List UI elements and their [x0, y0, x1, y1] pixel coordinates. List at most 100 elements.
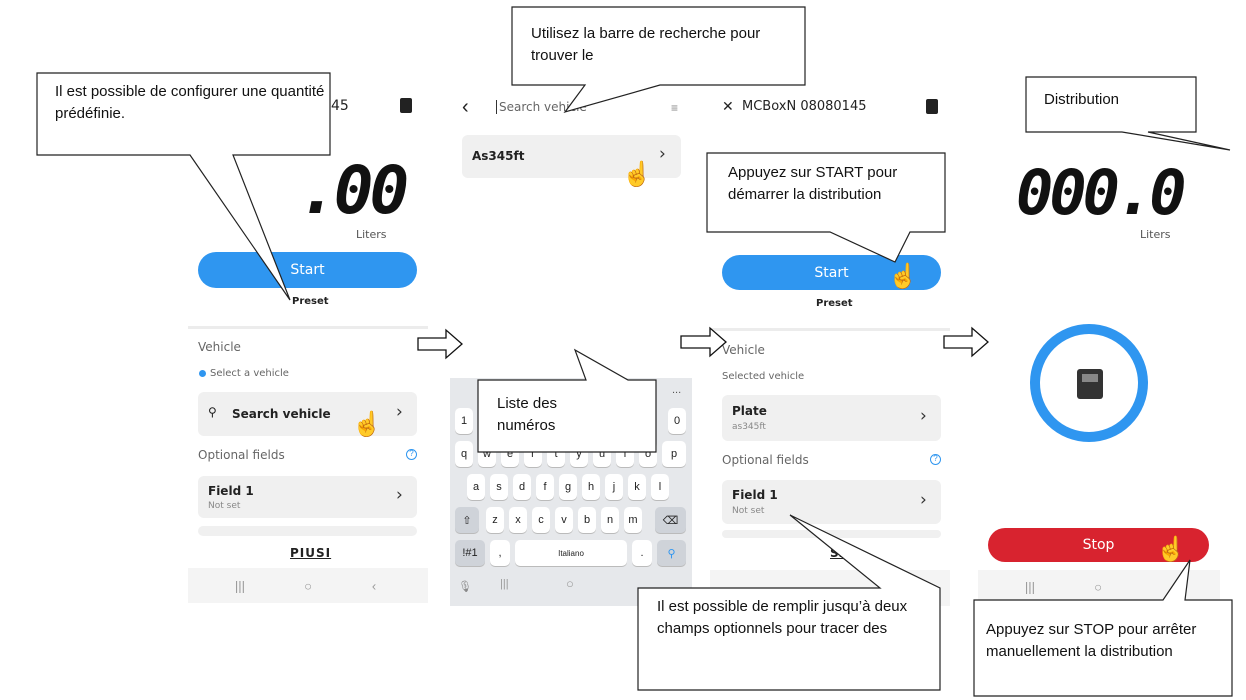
field2-card-partial[interactable]: [198, 526, 417, 536]
callout-start-text: Appuyez sur START pour démarrer la distr…: [728, 164, 898, 203]
key-l[interactable]: l: [651, 474, 669, 500]
selected-vehicle-label: Selected vehicle: [722, 371, 805, 382]
comma-key[interactable]: ,: [490, 540, 510, 566]
key-x[interactable]: x: [509, 507, 527, 533]
field1-label: Field 1: [732, 488, 778, 502]
callout-stop-text: Appuyez sur STOP pour arrêter manuelleme…: [986, 621, 1197, 660]
home-icon[interactable]: ○: [566, 576, 574, 591]
volume-counter: .00: [298, 152, 409, 229]
key-u[interactable]: u: [593, 441, 611, 467]
key-1[interactable]: 1: [455, 408, 473, 434]
chevron-right-icon: ›: [396, 402, 403, 422]
key-w[interactable]: w: [478, 441, 496, 467]
optional-fields-header: Optional fields: [722, 453, 809, 467]
field1-value: Not set: [208, 501, 241, 511]
select-vehicle-label: Select a vehicle: [210, 368, 289, 379]
key-h[interactable]: h: [582, 474, 600, 500]
search-key[interactable]: ⚲: [657, 540, 686, 566]
space-key[interactable]: Italiano: [515, 540, 627, 566]
screen-2: ‹ Search vehicle ≡ As345ft › ... 1 0 q w…: [450, 88, 692, 606]
screen-4: 000.0 Liters Stop ||| ○: [978, 88, 1220, 603]
key-j[interactable]: j: [605, 474, 623, 500]
key-d[interactable]: d: [513, 474, 531, 500]
units-label: Liters: [356, 228, 387, 241]
key-q[interactable]: q: [455, 441, 473, 467]
key-f[interactable]: f: [536, 474, 554, 500]
fuel-dispenser-icon: [1077, 369, 1103, 399]
android-navbar: ||| ○: [978, 570, 1220, 603]
vehicle-header: Vehicle: [198, 340, 241, 354]
search-vehicle-label: Search vehicle: [232, 407, 331, 421]
select-dot-icon: [199, 370, 206, 377]
preset-link[interactable]: Preset: [292, 296, 329, 307]
chevron-right-icon: ›: [396, 485, 403, 505]
key-p[interactable]: p: [662, 441, 686, 467]
close-icon[interactable]: ✕: [722, 98, 734, 115]
android-navbar: ||| ○ ‹: [188, 568, 428, 603]
field2-card-partial[interactable]: [722, 530, 941, 538]
key-o[interactable]: o: [639, 441, 657, 467]
field1-label: Field 1: [208, 484, 254, 498]
pointer-hand-icon: ☝: [1156, 536, 1186, 563]
fuel-pump-icon[interactable]: [926, 99, 938, 114]
symbols-key[interactable]: !#1: [455, 540, 485, 566]
key-k[interactable]: k: [628, 474, 646, 500]
help-icon[interactable]: ?: [930, 454, 941, 465]
help-icon[interactable]: ?: [406, 449, 417, 460]
back-arrow-icon[interactable]: ‹: [462, 96, 469, 119]
field1-card[interactable]: Field 1 Not set ›: [198, 476, 417, 518]
chevron-right-icon: ›: [659, 144, 666, 164]
key-t[interactable]: t: [547, 441, 565, 467]
key-n[interactable]: n: [601, 507, 619, 533]
recents-icon[interactable]: |||: [235, 578, 245, 593]
home-icon[interactable]: ○: [304, 578, 312, 593]
backspace-key[interactable]: ⌫: [655, 507, 686, 533]
key-r[interactable]: r: [524, 441, 542, 467]
plate-value: as345ft: [732, 422, 766, 432]
title-fragment: 45: [331, 98, 349, 114]
key-y[interactable]: y: [570, 441, 588, 467]
key-v[interactable]: v: [555, 507, 573, 533]
mic-icon[interactable]: 🎙: [458, 580, 472, 593]
optional-fields-header: Optional fields: [198, 448, 285, 462]
recents-icon[interactable]: |||: [1025, 579, 1035, 594]
chevron-right-icon: ›: [920, 406, 927, 426]
fuel-pump-icon[interactable]: [400, 98, 412, 113]
chevron-right-icon: ›: [920, 490, 927, 510]
key-0[interactable]: 0: [668, 408, 686, 434]
key-a[interactable]: a: [467, 474, 485, 500]
pointer-hand-icon: ☝: [888, 263, 918, 290]
piusi-logo: PIUSI: [290, 546, 332, 560]
callout-list-text: Liste des numéros: [497, 395, 558, 434]
divider: [710, 328, 950, 331]
key-i[interactable]: i: [616, 441, 634, 467]
start-button[interactable]: Start: [198, 252, 417, 288]
home-icon[interactable]: ○: [1094, 579, 1102, 594]
keyboard-more-icon[interactable]: ...: [672, 384, 681, 396]
callout-configure-text: Il est possible de configurer une quanti…: [55, 83, 325, 122]
key-c[interactable]: c: [532, 507, 550, 533]
device-title: MCBoxN 08080145: [742, 99, 867, 114]
plate-card[interactable]: Plate as345ft ›: [722, 395, 941, 441]
pointer-hand-icon: ☝: [622, 161, 652, 188]
key-e[interactable]: e: [501, 441, 519, 467]
back-icon[interactable]: ‹: [372, 578, 376, 593]
key-z[interactable]: z: [486, 507, 504, 533]
shift-key[interactable]: ⇧: [455, 507, 479, 533]
key-m[interactable]: m: [624, 507, 642, 533]
filter-icon[interactable]: ≡: [671, 101, 678, 115]
key-g[interactable]: g: [559, 474, 577, 500]
vehicle-header: Vehicle: [722, 343, 765, 357]
result-label: As345ft: [472, 149, 525, 163]
period-key[interactable]: .: [632, 540, 652, 566]
search-vehicle-input[interactable]: Search vehicle: [496, 100, 587, 114]
search-vehicle-card[interactable]: ⚲ Search vehicle ›: [198, 392, 417, 436]
key-b[interactable]: b: [578, 507, 596, 533]
pointer-hand-icon: ☝: [352, 411, 382, 438]
callout-optional-text: Il est possible de remplir jusqu’à deux …: [657, 598, 908, 637]
preset-link[interactable]: Preset: [816, 298, 853, 309]
screen-1: 45 .00 Liters Start Preset Vehicle Selec…: [188, 88, 428, 603]
key-s[interactable]: s: [490, 474, 508, 500]
field1-card[interactable]: Field 1 Not set ›: [722, 480, 941, 524]
recents-icon[interactable]: |||: [500, 578, 509, 590]
